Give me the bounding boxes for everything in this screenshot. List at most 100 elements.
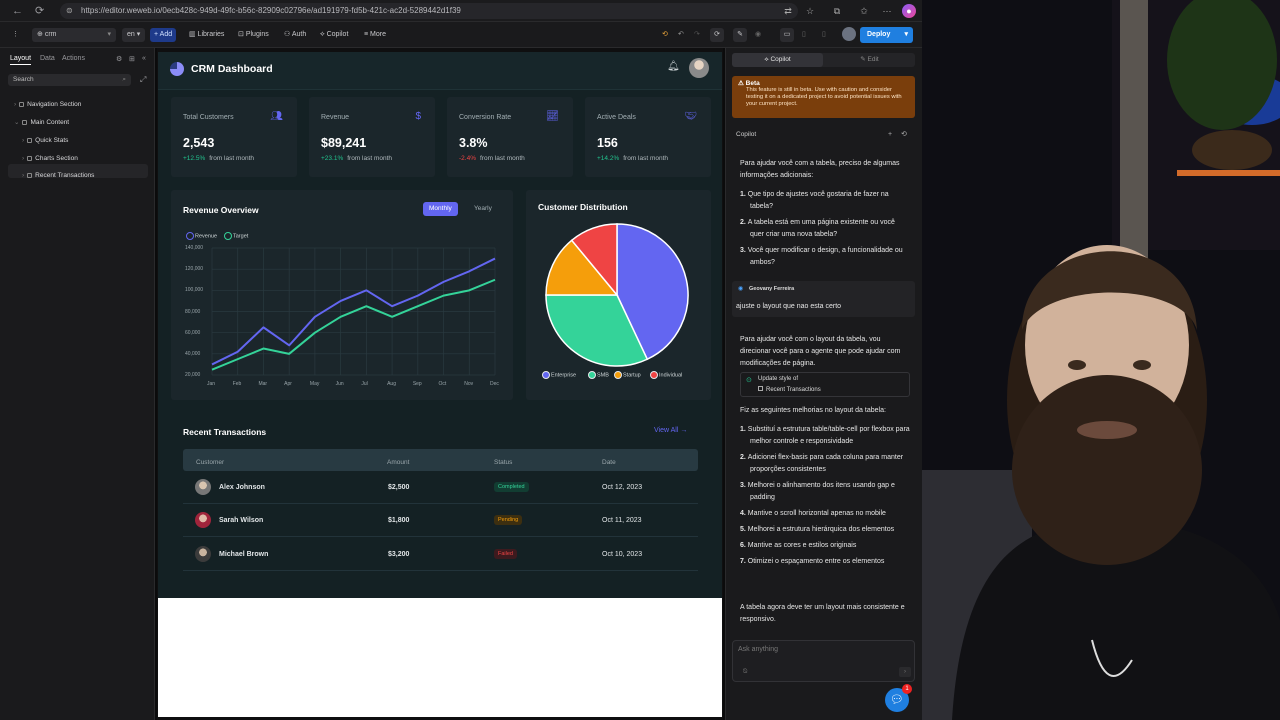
list-number: 3.: [740, 482, 748, 489]
list-item: 3. Melhorei o alinhamento dos itens usan…: [740, 480, 912, 504]
reload-icon[interactable]: ⟳: [35, 5, 44, 17]
dollar-icon: $: [415, 111, 421, 122]
tree-label: Navigation Section: [27, 101, 82, 108]
tab-layout[interactable]: Layout: [10, 55, 32, 65]
list-text: Que tipo de ajustes você gostaria de faz…: [747, 191, 889, 210]
plugins-button[interactable]: ⊡ Plugins: [238, 28, 269, 42]
deploy-chevron-icon[interactable]: ▾: [904, 27, 908, 43]
mobile-view-icon[interactable]: ▯: [822, 28, 826, 42]
tree-item-recent-transactions[interactable]: › Recent Transactions: [22, 169, 94, 183]
language-select[interactable]: en ▾: [122, 28, 145, 42]
stat-delta-from: from last month: [209, 155, 255, 162]
translate-icon[interactable]: ⇄: [781, 4, 795, 18]
list-text: Adicionei flex-basis para cada coluna pa…: [747, 454, 904, 473]
stat-card-conversion: Conversion Rate 📈︎ 3.8% -2.4% from last m…: [447, 97, 573, 177]
settings-icon[interactable]: ⚙: [116, 55, 122, 63]
sync-icon[interactable]: ⟲: [662, 28, 668, 42]
stat-delta-value: +14.2%: [597, 155, 620, 162]
address-bar[interactable]: ⊜ https://editor.weweb.io/0ecb428c-949d-…: [60, 3, 798, 19]
new-chat-icon[interactable]: +: [888, 129, 892, 141]
legend-label: Individual: [659, 372, 683, 379]
copilot-button[interactable]: ⟡ Copilot: [320, 28, 348, 42]
y-tick-label: 120,000: [185, 266, 204, 273]
assistant-list: 1. Substituí a estrutura table/table-cel…: [740, 424, 912, 572]
desktop-view-icon[interactable]: ▭: [780, 28, 794, 42]
list-text: Otimizei o espaçamento entre os elemento…: [747, 558, 885, 565]
tab-data[interactable]: Data: [40, 55, 55, 62]
redo-icon[interactable]: ↷: [694, 28, 700, 42]
avatar[interactable]: [689, 58, 709, 78]
tree-item-main-content[interactable]: ⌄ Main Content: [14, 116, 69, 130]
tablet-view-icon[interactable]: ▯: [802, 28, 806, 42]
amount: $2,500: [388, 484, 410, 491]
tool-target: Recent Transactions: [758, 386, 821, 393]
undo-icon[interactable]: ↶: [678, 28, 684, 42]
refresh-preview-icon[interactable]: ⟳: [710, 28, 724, 42]
extensions-icon[interactable]: ⧉: [830, 4, 844, 18]
list-number: 4.: [740, 510, 748, 517]
assistant-message: Fiz as seguintes melhorias no layout da …: [740, 407, 886, 414]
attach-icon[interactable]: ⍉: [743, 668, 747, 676]
expand-icon[interactable]: ⤢: [140, 75, 146, 85]
stat-delta: +14.2% from last month: [597, 155, 668, 162]
send-icon[interactable]: ›: [899, 667, 911, 677]
plugins-icon: ⊡: [238, 31, 244, 38]
list-text: Mantive o scroll horizontal apenas no mo…: [747, 510, 886, 517]
libraries-button[interactable]: ▥ Libraries: [189, 28, 224, 42]
tool-call-card[interactable]: ⊙ Update style of Recent Transactions: [740, 372, 910, 397]
deploy-button[interactable]: Deploy ▾: [860, 27, 913, 43]
editor-canvas: ➤ CRM Dashboard 🔔︎ Total Customers 👥︎ 2,…: [157, 48, 723, 720]
view-all-link[interactable]: View All →: [654, 427, 687, 434]
tab-edit[interactable]: ✎ Edit: [824, 53, 915, 67]
layout-search-input[interactable]: Search ⌕: [8, 74, 131, 86]
recent-transactions-card: Recent Transactions View All → Customer …: [171, 413, 711, 583]
stat-title: Conversion Rate: [459, 114, 512, 121]
stat-delta-value: -2.4%: [459, 155, 476, 162]
libraries-icon: ▥: [189, 31, 196, 38]
list-number: 2.: [740, 219, 748, 226]
project-select[interactable]: ⊕ crm ▾: [32, 28, 116, 42]
user-avatar[interactable]: [842, 27, 856, 41]
amount: $1,800: [388, 517, 410, 524]
edit-mode-icon[interactable]: ✎: [733, 28, 747, 42]
history-icon[interactable]: ⟲: [901, 129, 907, 141]
bookmark-star-icon[interactable]: ☆: [803, 4, 817, 18]
x-tick-label: Jan: [207, 381, 216, 387]
tree-item-navigation[interactable]: › Navigation Section: [14, 98, 81, 112]
y-tick-label: 40,000: [185, 350, 201, 357]
legend-label: SMB: [597, 372, 609, 379]
stat-delta: -2.4% from last month: [459, 155, 525, 162]
more-label: More: [370, 31, 386, 38]
tab-copilot[interactable]: ⟡ Copilot: [732, 53, 823, 67]
user-name: Geovany Ferreira: [749, 286, 795, 292]
auth-button[interactable]: ⚇ Auth: [284, 28, 306, 42]
y-tick-label: 60,000: [185, 329, 201, 336]
status-badge: Completed: [494, 482, 529, 492]
tab-actions[interactable]: Actions: [62, 55, 85, 62]
add-button[interactable]: + Add: [150, 28, 177, 42]
collapse-panel-icon[interactable]: «: [142, 55, 146, 62]
tree-label: Recent Transactions: [35, 172, 95, 179]
list-number: 3.: [740, 247, 748, 254]
profile-icon[interactable]: ●: [902, 4, 916, 18]
more-vert-icon[interactable]: ⋮: [12, 28, 19, 42]
bell-icon[interactable]: 🔔︎: [667, 61, 680, 72]
tree-label: Quick Stats: [35, 137, 69, 144]
add-element-icon[interactable]: ⊞: [129, 55, 135, 63]
tree-item-quick-stats[interactable]: › Quick Stats: [22, 134, 68, 148]
copilot-panel: ⟡ Copilot ✎ Edit ⚠ Beta This feature is …: [725, 48, 922, 720]
stat-card-deals: Active Deals 🤝︎ 156 +14.2% from last mont…: [585, 97, 711, 177]
stat-card-revenue: Revenue $ $89,241 +23.1% from last month: [309, 97, 435, 177]
more-button[interactable]: ≡ More: [364, 28, 386, 42]
header-status: Status: [494, 459, 513, 466]
site-info-icon[interactable]: ⊜: [66, 3, 73, 19]
browser-menu-icon[interactable]: ⋯: [880, 4, 894, 18]
date: Oct 11, 2023: [602, 517, 642, 524]
ask-input[interactable]: Ask anything ⍉ ›: [732, 640, 915, 682]
back-icon[interactable]: ←: [12, 5, 23, 17]
tree-item-charts-section[interactable]: › Charts Section: [22, 152, 78, 166]
bookmarks-icon[interactable]: ✩: [857, 4, 871, 18]
preview-mode-icon[interactable]: ◉: [755, 28, 761, 42]
legend-swatch: [650, 371, 658, 379]
x-tick-label: Sep: [412, 381, 422, 387]
